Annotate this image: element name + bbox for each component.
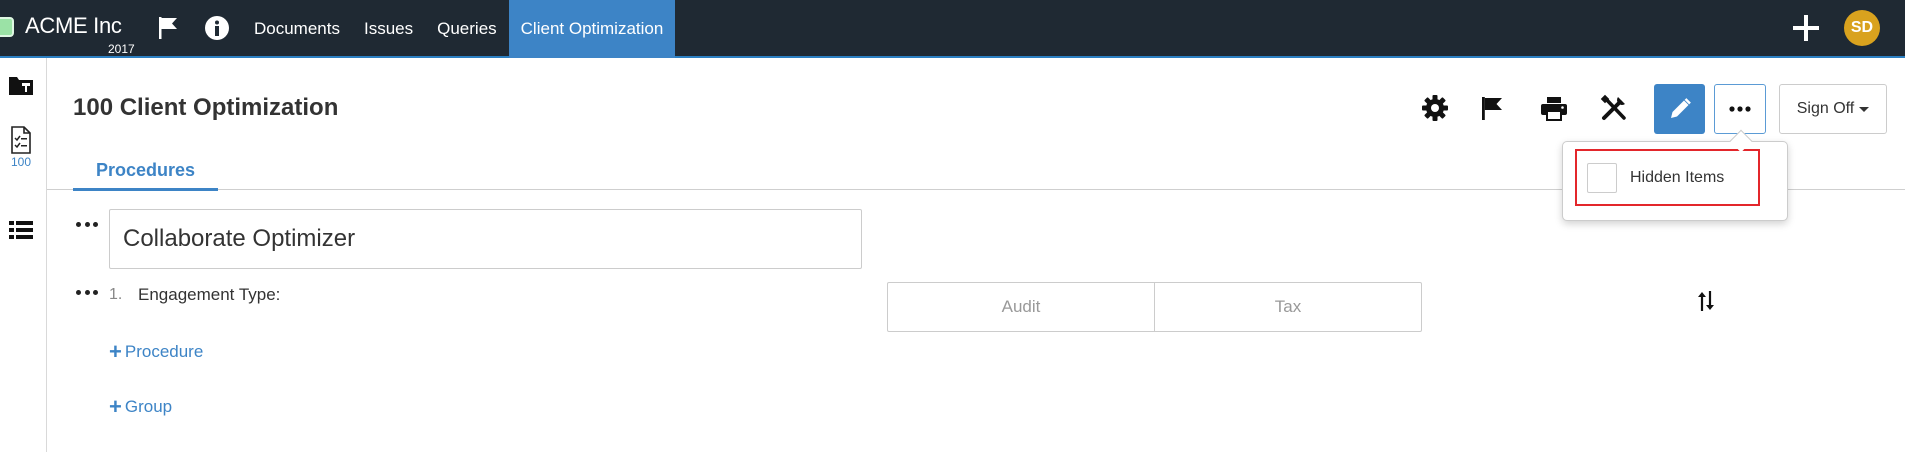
plus-icon[interactable] [1790,12,1822,44]
add-group-link[interactable]: + Group [109,396,172,418]
hidden-items-label: Hidden Items [1630,168,1725,186]
add-procedure-label: Procedure [124,342,204,361]
top-navbar: ACME Inc 2017 Documents Issues Queries C… [0,0,1905,58]
plus-icon: + [109,339,122,364]
nav-client-optimization[interactable]: Client Optimization [508,0,676,58]
rail-folder-button[interactable] [6,74,36,96]
nav-documents[interactable]: Documents [242,0,352,58]
tab-procedures-label: Procedures [95,160,196,180]
info-icon[interactable] [203,14,231,42]
print-icon[interactable] [1536,88,1572,128]
brand[interactable]: ACME Inc 2017 [0,0,150,56]
add-procedure-link[interactable]: + Procedure [109,341,203,363]
more-icon [1729,106,1751,112]
checklist-document-icon [11,126,31,154]
brand-year: 2017 [108,42,135,56]
nav-issues[interactable]: Issues [352,0,425,58]
rail-procedure-number: 100 [10,155,32,169]
sign-off-label: Sign Off [1796,100,1855,117]
hidden-items-option[interactable]: Hidden Items [1575,149,1760,206]
brand-logo-icon [0,17,14,37]
tools-icon[interactable] [1596,88,1632,128]
rail-list-button[interactable] [6,220,36,240]
avatar[interactable]: SD [1844,10,1880,46]
list-icon [9,221,33,239]
hidden-items-checkbox[interactable] [1587,162,1617,193]
rail-procedure-100[interactable]: 100 [6,126,36,169]
left-rail: 100 [0,58,47,452]
folder-pin-icon [9,77,33,95]
sign-off-button[interactable]: Sign Off [1779,84,1887,134]
nav-queries[interactable]: Queries [425,0,509,58]
sort-icon[interactable] [1696,289,1716,313]
flag-icon[interactable] [1474,88,1510,128]
flag-icon[interactable] [154,14,182,42]
page-title: 100 Client Optimization [73,94,339,121]
main-nav: Documents Issues Queries Client Optimiza… [242,0,676,58]
plus-icon: + [109,394,122,419]
gear-icon[interactable] [1417,88,1453,128]
more-options-dropdown: Hidden Items [1562,141,1788,221]
brand-name: ACME Inc [25,13,122,38]
edit-button[interactable] [1654,84,1705,134]
group-title[interactable]: Collaborate Optimizer [109,209,862,269]
step-label: Engagement Type: [138,285,281,304]
group-menu-icon[interactable] [76,218,98,230]
tab-procedures[interactable]: Procedures [73,160,218,191]
option-tax[interactable]: Tax [1154,282,1422,332]
more-options-button[interactable] [1714,84,1766,134]
pencil-icon [1670,98,1691,118]
caret-down-icon [1859,106,1870,112]
step-number: 1. [109,286,123,303]
add-group-label: Group [124,397,173,416]
option-audit[interactable]: Audit [887,282,1155,332]
step-menu-icon[interactable] [76,286,98,298]
